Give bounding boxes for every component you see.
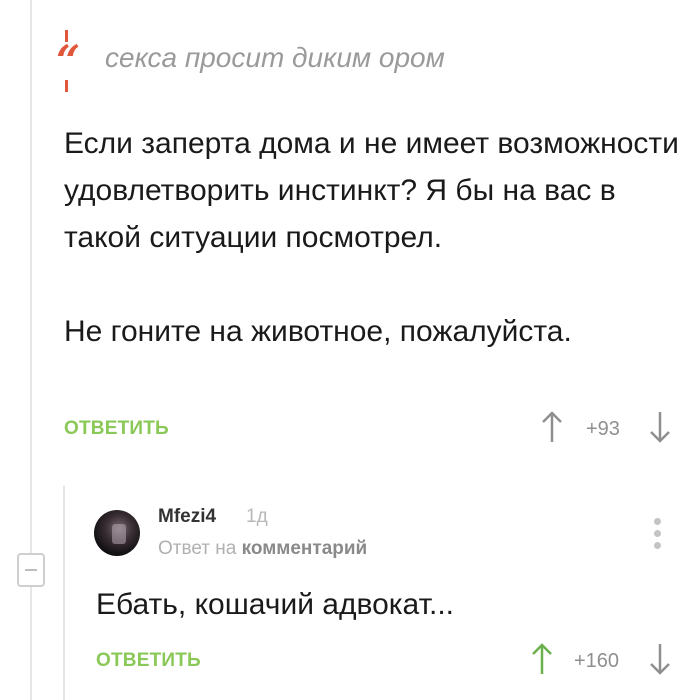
collapse-thread-icon[interactable] bbox=[17, 553, 45, 587]
quoted-text: секса просит диким ором bbox=[105, 42, 445, 73]
username[interactable]: Mfezi4 bbox=[158, 506, 216, 528]
more-vertical-icon[interactable] bbox=[653, 518, 663, 550]
comment-paragraph: Если заперта дома и не имеет возможности… bbox=[64, 127, 679, 254]
quote-bar-bottom bbox=[65, 80, 68, 92]
comment-age: 1д bbox=[246, 506, 268, 527]
reply-prefix: Ответ на bbox=[158, 538, 237, 559]
reply-body: Ебать, кошачий адвокат... bbox=[96, 588, 454, 621]
comment-rating: +160 bbox=[574, 650, 620, 672]
thread-line bbox=[30, 0, 32, 700]
nested-thread-line bbox=[63, 486, 65, 700]
reply-to-info: Ответ на комментарий bbox=[158, 538, 367, 560]
avatar[interactable] bbox=[94, 510, 140, 556]
reply-button[interactable]: ОТВЕТИТЬ bbox=[64, 418, 169, 440]
comment-rating: +93 bbox=[586, 418, 620, 440]
reply-target-link[interactable]: комментарий bbox=[242, 538, 368, 559]
up-arrow-icon[interactable] bbox=[530, 642, 554, 676]
reply-button[interactable]: ОТВЕТИТЬ bbox=[96, 650, 201, 672]
up-arrow-icon[interactable] bbox=[540, 410, 564, 444]
comment-body: Если заперта дома и не имеет возможности… bbox=[64, 120, 684, 355]
down-arrow-icon[interactable] bbox=[648, 642, 672, 676]
down-arrow-icon[interactable] bbox=[648, 410, 672, 444]
quote-icon: “ bbox=[56, 36, 81, 85]
comment-paragraph: Не гоните на животное, пожалуйста. bbox=[64, 315, 572, 348]
